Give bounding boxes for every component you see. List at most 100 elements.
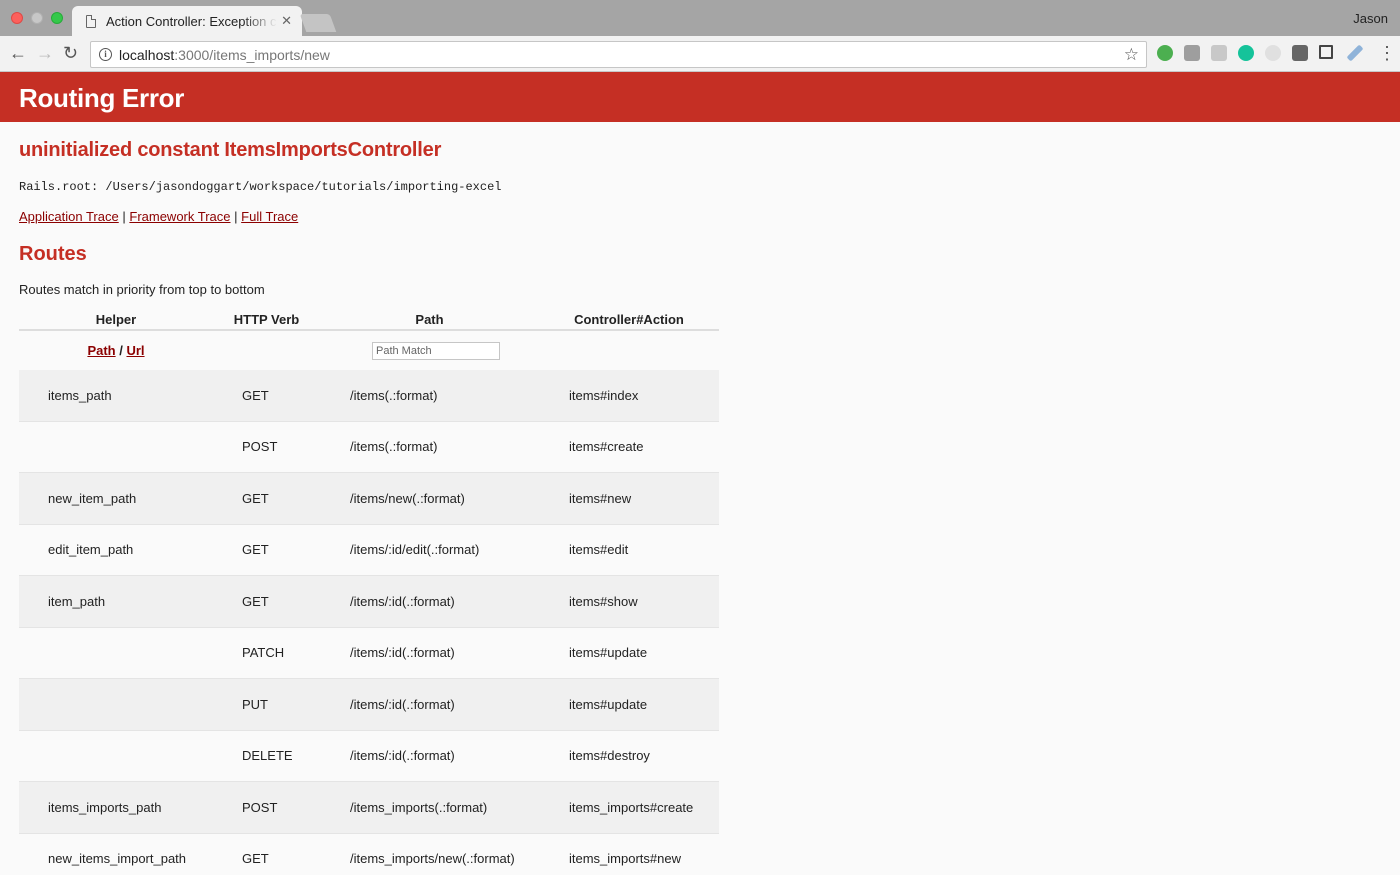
route-verb: GET bbox=[242, 542, 269, 558]
table-row: items_path GET /items(.:format) items#in… bbox=[19, 370, 719, 422]
separator: | bbox=[234, 209, 238, 224]
separator: / bbox=[119, 343, 123, 358]
path-match-input[interactable] bbox=[372, 341, 500, 360]
helper-toggle: Path / Url bbox=[19, 343, 213, 358]
column-header-helper: Helper bbox=[95, 312, 137, 327]
route-action: items#destroy bbox=[569, 748, 650, 764]
path-helper-link[interactable]: Path bbox=[87, 343, 115, 358]
route-verb: GET bbox=[242, 490, 269, 506]
info-icon[interactable]: i bbox=[99, 48, 112, 61]
new-tab-button[interactable] bbox=[299, 14, 337, 32]
route-action: items#show bbox=[569, 593, 638, 609]
route-verb: POST bbox=[242, 799, 278, 815]
route-helper: items_path bbox=[48, 387, 112, 403]
route-helper: item_path bbox=[48, 593, 106, 609]
browser-tab[interactable]: Action Controller: Exception caught ✕ bbox=[72, 6, 302, 36]
url-helper-link[interactable]: Url bbox=[126, 343, 144, 358]
route-verb: POST bbox=[242, 439, 278, 455]
application-trace-link[interactable]: Application Trace bbox=[19, 209, 119, 224]
filter-row: Path / Url bbox=[19, 331, 719, 370]
route-path: /items(.:format) bbox=[350, 439, 438, 455]
url-host: localhost bbox=[119, 46, 175, 63]
route-action: items#update bbox=[569, 696, 648, 712]
trace-links: Application Trace | Framework Trace | Fu… bbox=[19, 209, 298, 224]
route-action: items#update bbox=[569, 645, 648, 661]
eyedropper-icon[interactable] bbox=[1346, 44, 1364, 62]
route-path: /items/:id/edit(.:format) bbox=[350, 542, 480, 558]
route-action: items#index bbox=[569, 387, 639, 403]
route-verb: GET bbox=[242, 593, 269, 609]
column-header-action: Controller#Action bbox=[574, 312, 684, 327]
route-action: items_imports#create bbox=[569, 799, 694, 815]
route-action: items#edit bbox=[569, 542, 629, 558]
table-row: items_imports_path POST /items_imports(.… bbox=[19, 782, 719, 834]
route-helper: new_item_path bbox=[48, 490, 137, 506]
minimize-window-button[interactable] bbox=[31, 12, 43, 24]
table-row: new_items_import_path GET /items_imports… bbox=[19, 834, 719, 875]
extension-sync-icon[interactable] bbox=[1265, 45, 1281, 61]
route-action: items_imports#new bbox=[569, 851, 681, 867]
route-path: /items/:id(.:format) bbox=[350, 593, 455, 609]
separator: | bbox=[122, 209, 126, 224]
route-helper: items_imports_path bbox=[48, 799, 162, 815]
full-trace-link[interactable]: Full Trace bbox=[241, 209, 298, 224]
extension-font-icon[interactable] bbox=[1211, 45, 1227, 61]
bookmark-star-icon[interactable]: ☆ bbox=[1124, 45, 1139, 65]
routes-note: Routes match in priority from top to bot… bbox=[19, 282, 265, 297]
tab-title: Action Controller: Exception caught bbox=[106, 13, 277, 29]
route-path: /items(.:format) bbox=[350, 387, 438, 403]
url-path: :3000/items_imports/new bbox=[174, 46, 330, 63]
browser-titlebar: Action Controller: Exception caught ✕ Ja… bbox=[0, 0, 1400, 36]
page-title: Routing Error bbox=[19, 83, 185, 113]
routes-heading: Routes bbox=[19, 243, 87, 265]
close-window-button[interactable] bbox=[11, 12, 23, 24]
route-action: items#new bbox=[569, 490, 632, 506]
route-verb: DELETE bbox=[242, 748, 293, 764]
route-path: /items/new(.:format) bbox=[350, 490, 465, 506]
page-icon bbox=[86, 14, 96, 28]
routes-table: Helper HTTP Verb Path Controller#Action … bbox=[19, 312, 719, 875]
error-header: Routing Error bbox=[0, 72, 1400, 122]
reload-icon[interactable]: ↻ bbox=[63, 44, 78, 62]
route-path: /items/:id(.:format) bbox=[350, 748, 455, 764]
route-path: /items_imports/new(.:format) bbox=[350, 851, 515, 867]
route-path: /items/:id(.:format) bbox=[350, 645, 455, 661]
maximize-window-button[interactable] bbox=[51, 12, 63, 24]
route-verb: PATCH bbox=[242, 645, 285, 661]
column-header-verb: HTTP Verb bbox=[233, 312, 300, 327]
framework-trace-link[interactable]: Framework Trace bbox=[129, 209, 230, 224]
route-helper: edit_item_path bbox=[48, 542, 134, 558]
column-header-path: Path bbox=[415, 312, 444, 327]
more-menu-icon[interactable]: ⋮ bbox=[1378, 44, 1396, 62]
back-arrow-icon[interactable]: ← bbox=[9, 44, 27, 62]
table-row: POST /items(.:format) items#create bbox=[19, 422, 719, 473]
screenshot-crop-icon[interactable] bbox=[1319, 45, 1333, 59]
error-message: uninitialized constant ItemsImportsContr… bbox=[19, 139, 442, 161]
address-bar[interactable]: i localhost:3000/items_imports/new ☆ bbox=[90, 41, 1147, 68]
table-row: edit_item_path GET /items/:id/edit(.:for… bbox=[19, 525, 719, 576]
table-row: new_item_path GET /items/new(.:format) i… bbox=[19, 473, 719, 525]
route-path: /items/:id(.:format) bbox=[350, 696, 455, 712]
route-verb: GET bbox=[242, 387, 269, 403]
grammarly-icon[interactable] bbox=[1238, 45, 1254, 61]
rails-root-path: Rails.root: /Users/jasondoggart/workspac… bbox=[19, 180, 502, 194]
tab-close-icon[interactable]: ✕ bbox=[281, 13, 292, 29]
path-match-cell bbox=[213, 341, 539, 360]
forward-arrow-icon[interactable]: → bbox=[36, 44, 54, 62]
table-row: DELETE /items/:id(.:format) items#destro… bbox=[19, 731, 719, 782]
table-row: PUT /items/:id(.:format) items#update bbox=[19, 679, 719, 731]
extension-lightbulb-icon[interactable] bbox=[1292, 45, 1308, 61]
route-path: /items_imports(.:format) bbox=[350, 799, 488, 815]
extension-green-icon[interactable] bbox=[1157, 45, 1173, 61]
extension-chat-icon[interactable] bbox=[1184, 45, 1200, 61]
route-helper: new_items_import_path bbox=[48, 851, 187, 867]
route-verb: GET bbox=[242, 851, 269, 867]
table-row: item_path GET /items/:id(.:format) items… bbox=[19, 576, 719, 628]
table-row: PATCH /items/:id(.:format) items#update bbox=[19, 628, 719, 679]
table-header: Helper HTTP Verb Path Controller#Action bbox=[19, 312, 719, 331]
browser-toolbar: ← → ↻ i localhost:3000/items_imports/new… bbox=[0, 36, 1400, 72]
route-rows: items_path GET /items(.:format) items#in… bbox=[19, 370, 719, 875]
route-action: items#create bbox=[569, 439, 644, 455]
route-verb: PUT bbox=[242, 696, 268, 712]
profile-name[interactable]: Jason bbox=[1353, 11, 1388, 26]
